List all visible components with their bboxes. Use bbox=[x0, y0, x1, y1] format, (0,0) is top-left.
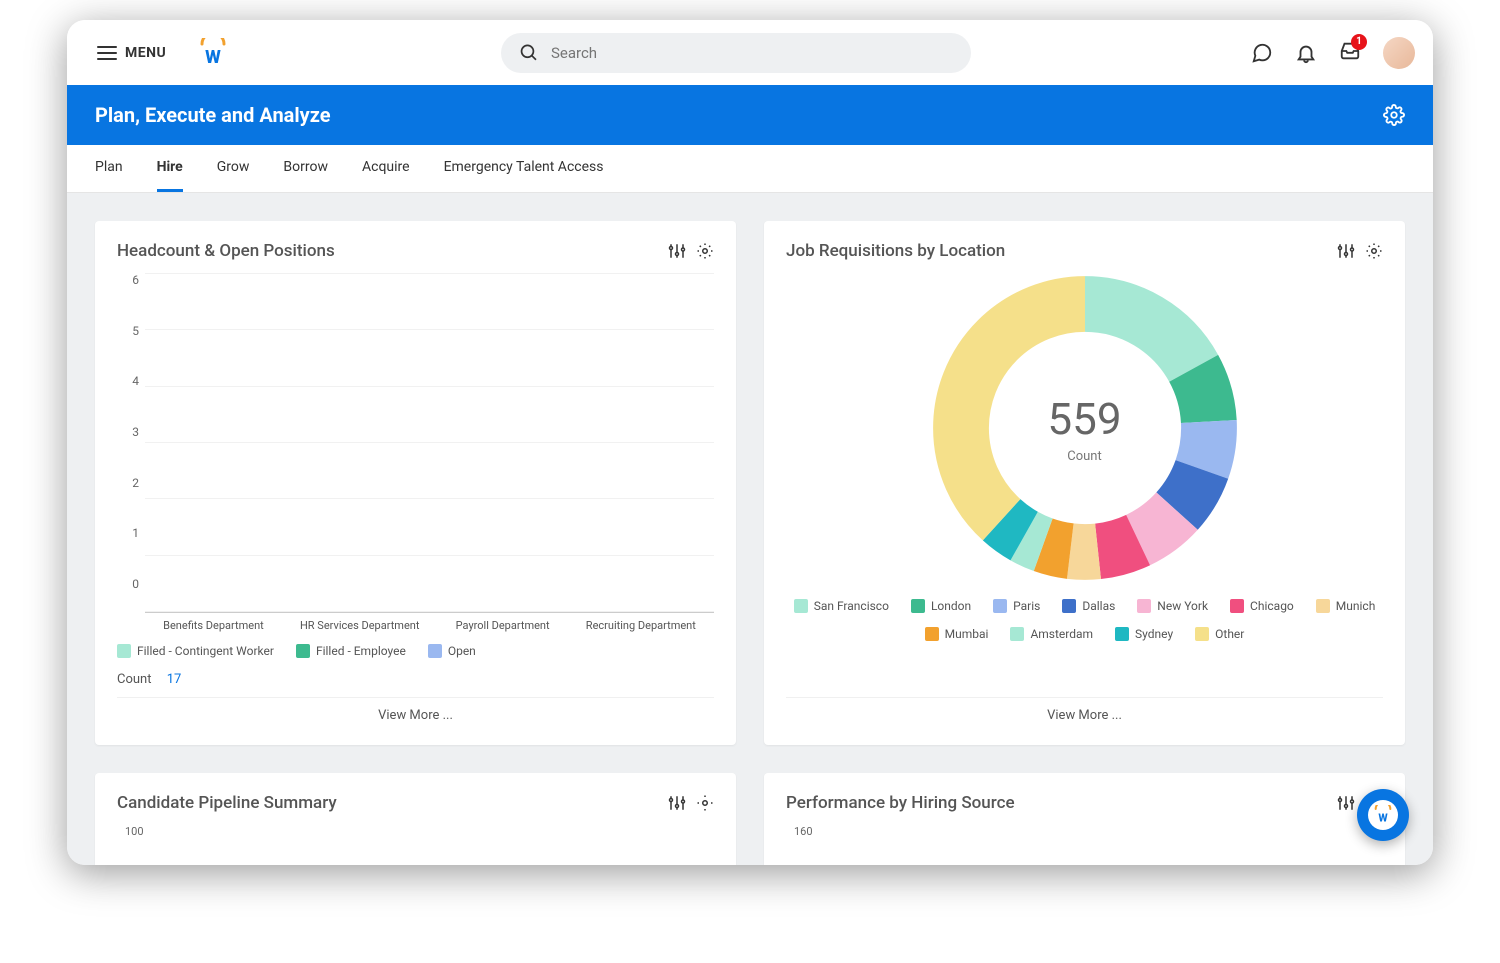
settings-sliders-icon[interactable] bbox=[1337, 794, 1355, 812]
donut-chart[interactable]: 559 Count bbox=[930, 273, 1240, 583]
tab-acquire[interactable]: Acquire bbox=[362, 145, 410, 192]
x-tick: Benefits Department bbox=[163, 619, 264, 632]
card-title: Job Requisitions by Location bbox=[786, 241, 1005, 261]
axis-tick: 160 bbox=[794, 825, 1383, 838]
legend-item[interactable]: Mumbai bbox=[925, 627, 989, 641]
view-more-link[interactable]: View More ... bbox=[117, 697, 714, 725]
axis-tick: 100 bbox=[125, 825, 714, 838]
card-title: Performance by Hiring Source bbox=[786, 793, 1015, 813]
tab-borrow[interactable]: Borrow bbox=[283, 145, 328, 192]
card-job-requisitions-by-location: Job Requisitions by Location 559 Count S… bbox=[764, 221, 1405, 745]
settings-sliders-icon[interactable] bbox=[668, 242, 686, 260]
donut-center-value: 559 bbox=[1047, 393, 1121, 445]
count-label: Count bbox=[117, 672, 151, 687]
page-title: Plan, Execute and Analyze bbox=[95, 103, 331, 127]
tab-emergency-talent-access[interactable]: Emergency Talent Access bbox=[444, 145, 604, 192]
legend-item[interactable]: Amsterdam bbox=[1010, 627, 1093, 641]
view-more-link[interactable]: View More ... bbox=[786, 697, 1383, 725]
menu-button[interactable]: MENU bbox=[85, 37, 178, 69]
card-performance-by-hiring-source: Performance by Hiring Source 160 bbox=[764, 773, 1405, 865]
legend-item[interactable]: Munich bbox=[1316, 599, 1376, 613]
svg-text:W: W bbox=[1378, 812, 1388, 825]
legend-item[interactable]: London bbox=[911, 599, 971, 613]
tab-hire[interactable]: Hire bbox=[157, 145, 183, 192]
card-headcount-open-positions: Headcount & Open Positions 6543210 Benef… bbox=[95, 221, 736, 745]
settings-sliders-icon[interactable] bbox=[668, 794, 686, 812]
x-tick: HR Services Department bbox=[300, 619, 420, 632]
tab-grow[interactable]: Grow bbox=[217, 145, 250, 192]
tab-plan[interactable]: Plan bbox=[95, 145, 123, 192]
topbar: MENU W 1 bbox=[67, 20, 1433, 85]
gear-icon[interactable] bbox=[696, 242, 714, 260]
dashboard-grid: Headcount & Open Positions 6543210 Benef… bbox=[67, 193, 1433, 865]
search-icon bbox=[519, 42, 539, 64]
legend-item[interactable]: New York bbox=[1137, 599, 1208, 613]
legend-item[interactable]: San Francisco bbox=[794, 599, 889, 613]
avatar[interactable] bbox=[1383, 37, 1415, 69]
gear-icon[interactable] bbox=[696, 794, 714, 812]
legend-item[interactable]: Filled - Contingent Worker bbox=[117, 644, 274, 658]
legend-item[interactable]: Other bbox=[1195, 627, 1244, 641]
subtabs: Plan Hire Grow Borrow Acquire Emergency Talen… bbox=[67, 145, 1433, 193]
topbar-actions: 1 bbox=[1251, 37, 1415, 69]
search-bar[interactable] bbox=[501, 33, 971, 73]
legend-item[interactable]: Sydney bbox=[1115, 627, 1173, 641]
legend-item[interactable]: Open bbox=[428, 644, 476, 658]
svg-text:W: W bbox=[205, 47, 221, 68]
count-value: 17 bbox=[167, 672, 182, 687]
legend-item[interactable]: Paris bbox=[993, 599, 1040, 613]
app-logo[interactable]: W bbox=[198, 38, 228, 68]
page-header-bar: Plan, Execute and Analyze bbox=[67, 85, 1433, 145]
bell-icon[interactable] bbox=[1295, 42, 1317, 64]
search-input[interactable] bbox=[551, 44, 953, 62]
donut-center-label: Count bbox=[1067, 449, 1101, 464]
menu-icon bbox=[97, 46, 117, 60]
card-title: Headcount & Open Positions bbox=[117, 241, 335, 261]
legend-item[interactable]: Chicago bbox=[1230, 599, 1294, 613]
count-summary: Count 17 bbox=[117, 672, 714, 687]
x-tick: Payroll Department bbox=[456, 619, 550, 632]
x-tick: Recruiting Department bbox=[586, 619, 696, 632]
chat-icon[interactable] bbox=[1251, 42, 1273, 64]
legend-item[interactable]: Dallas bbox=[1062, 599, 1115, 613]
assistant-fab[interactable]: W bbox=[1357, 789, 1409, 841]
card-title: Candidate Pipeline Summary bbox=[117, 793, 337, 813]
settings-sliders-icon[interactable] bbox=[1337, 242, 1355, 260]
menu-label: MENU bbox=[125, 45, 166, 61]
legend-item[interactable]: Filled - Employee bbox=[296, 644, 406, 658]
notification-badge: 1 bbox=[1351, 34, 1367, 50]
gear-icon[interactable] bbox=[1383, 104, 1405, 126]
inbox-button[interactable]: 1 bbox=[1339, 40, 1361, 66]
assistant-icon: W bbox=[1368, 800, 1398, 830]
card-candidate-pipeline-summary: Candidate Pipeline Summary 100 bbox=[95, 773, 736, 865]
gear-icon[interactable] bbox=[1365, 242, 1383, 260]
